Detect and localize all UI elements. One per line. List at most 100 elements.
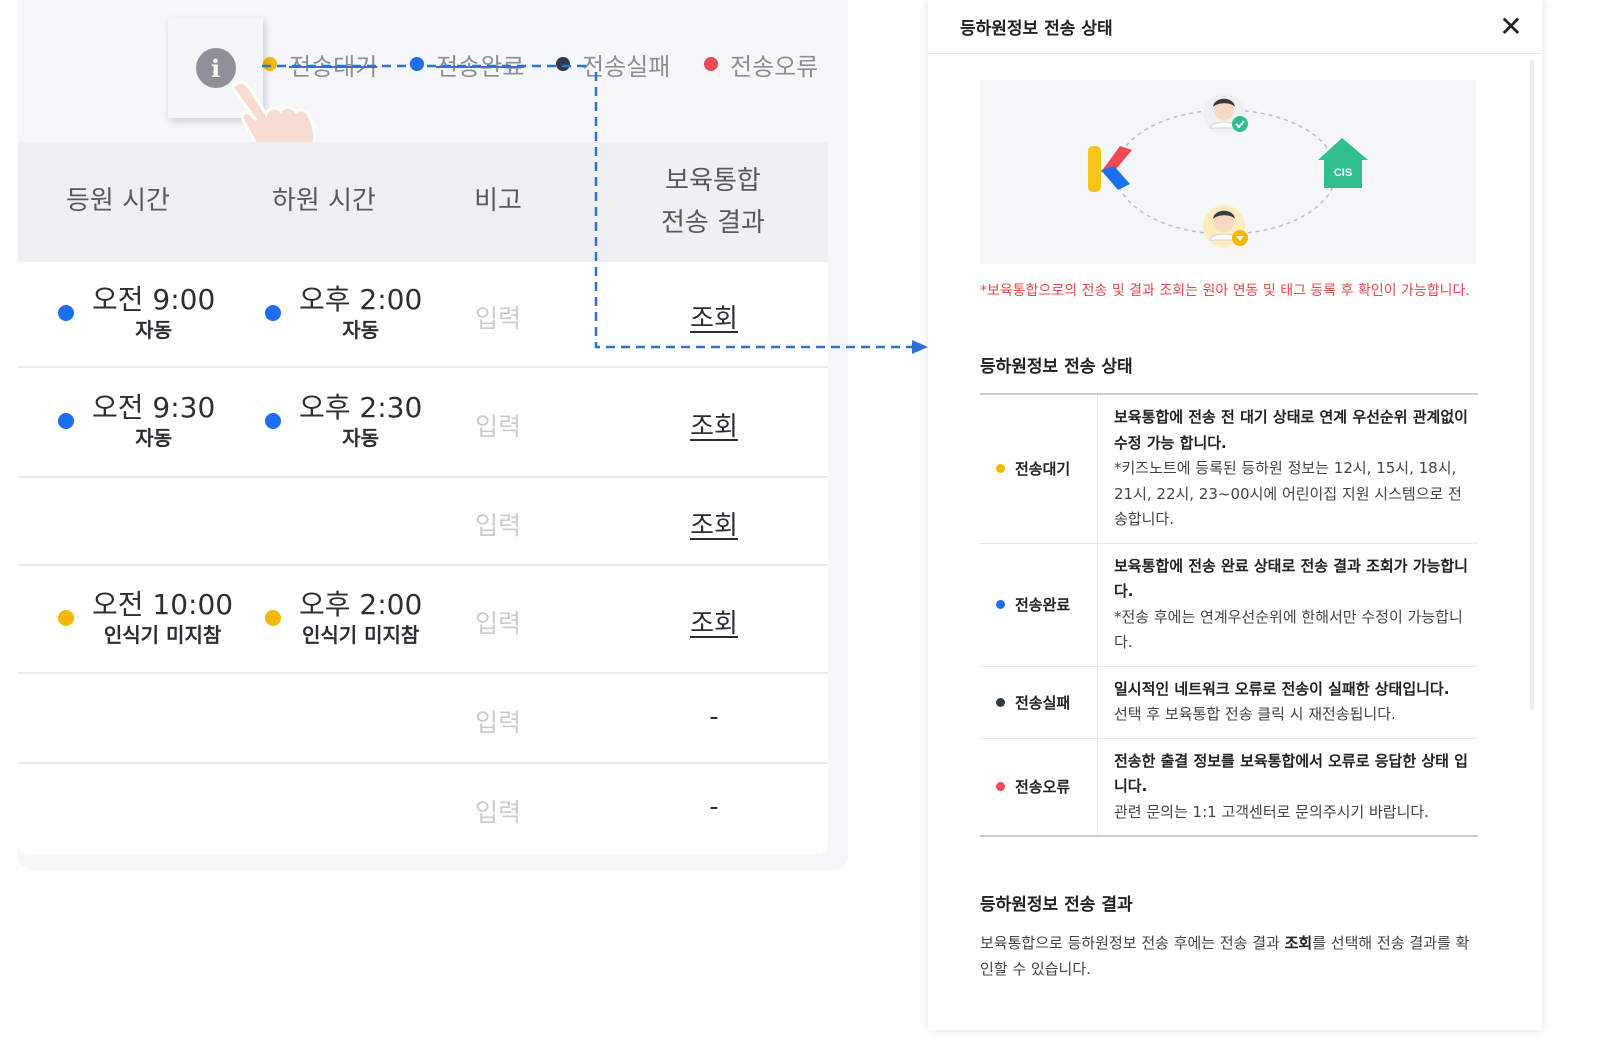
legend-label: 전송완료 <box>436 52 525 81</box>
checkin-time: 오전 10:00 <box>92 588 234 621</box>
status-label-text: 전송실패 <box>1015 693 1071 712</box>
status-label: 전송대기 <box>980 395 1098 543</box>
legend-label: 전송오류 <box>730 52 819 81</box>
status-desc-main: 전송한 출결 정보를 보육통합에서 오류로 응답한 상태 입니다. <box>1114 751 1468 796</box>
modal-header: 등하원정보 전송 상태 ✕ <box>928 0 1542 54</box>
status-desc-main: 일시적인 네트워크 오류로 전송이 실패한 상태입니다. <box>1114 679 1450 698</box>
status-desc-sub: *키즈노트에 등록된 등하원 정보는 12시, 15시, 18시, 21시, 2… <box>1114 459 1462 528</box>
legend-label: 전송대기 <box>289 52 378 81</box>
status-dot-complete <box>996 600 1005 609</box>
result-text-bold: 조회 <box>1284 934 1313 952</box>
status-row-error: 전송오류 전송한 출결 정보를 보육통합에서 오류로 응답한 상태 입니다. 관련… <box>980 738 1478 836</box>
legend-item-complete: 전송완료 <box>410 48 525 81</box>
close-button[interactable]: ✕ <box>1496 12 1526 42</box>
checkin-method: 인식기 미지참 <box>103 623 222 647</box>
status-dot-failed <box>996 697 1005 707</box>
checkin-method: 자동 <box>135 426 173 450</box>
note-input[interactable]: 입력 <box>473 703 523 739</box>
status-description: 일시적인 네트워크 오류로 전송이 실패한 상태입니다. 선택 후 보육통합 전송… <box>1098 667 1478 738</box>
status-desc-sub: 관련 문의는 1:1 고객센터로 문의주시기 바랍니다. <box>1114 802 1429 821</box>
table-row: 입력 조회 <box>18 478 828 566</box>
attendance-table: 등원 시간 하원 시간 비고 보육통합 전송 결과 오전 9:00 자동 오후 2:… <box>18 142 828 854</box>
status-row-complete: 전송완료 보육통합에 전송 완료 상태로 전송 결과 조회가 가능합니다. *전송… <box>980 543 1478 667</box>
status-label-text: 전송대기 <box>1015 460 1071 479</box>
table-row: 입력 - <box>18 674 828 764</box>
header-result-line2: 전송 결과 <box>661 208 765 238</box>
checkout-method: 자동 <box>342 426 380 450</box>
status-legend: 전송대기 전송완료 전송실패 전송오류 i <box>18 0 848 162</box>
legend-dot-complete <box>410 57 424 71</box>
legend-dot-error <box>704 57 718 71</box>
header-note: 비고 <box>474 186 522 216</box>
table-row: 입력 - <box>18 764 828 854</box>
checkout-time-cell: 오후 2:00 자동 <box>265 283 422 343</box>
view-result-link[interactable]: 조회 <box>684 406 744 443</box>
status-label-text: 전송오류 <box>1015 778 1071 797</box>
status-row-failed: 전송실패 일시적인 네트워크 오류로 전송이 실패한 상태입니다. 선택 후 보육… <box>980 666 1478 739</box>
note-input[interactable]: 입력 <box>473 299 523 335</box>
status-desc-sub: 선택 후 보육통합 전송 클릭 시 재전송됩니다. <box>1114 705 1396 723</box>
legend-label: 전송실패 <box>582 52 671 81</box>
kidsnote-logo-icon: K <box>1088 146 1132 192</box>
status-label-text: 전송완료 <box>1015 596 1071 614</box>
sync-illustration: K CIS <box>980 80 1476 264</box>
result-description: 보육통합으로 등하원정보 전송 후에는 전송 결과 조회를 선택해 전송 결과를… <box>980 930 1480 982</box>
checkout-time: 오후 2:00 <box>299 283 423 316</box>
checkout-time-cell: 오후 2:30 자동 <box>265 391 422 451</box>
status-dot <box>58 413 74 429</box>
modal-scrollbar[interactable] <box>1530 60 1534 710</box>
note-input[interactable]: 입력 <box>473 793 523 829</box>
table-row: 오전 10:00 인식기 미지참 오후 2:00 인식기 미지참 입력 조회 <box>18 566 828 674</box>
checkin-time: 오전 9:00 <box>92 283 216 316</box>
status-dot <box>265 305 281 321</box>
checkin-time-cell: 오전 9:30 자동 <box>58 391 215 451</box>
legend-item-failed: 전송실패 <box>556 48 671 81</box>
checkin-method: 자동 <box>135 318 173 342</box>
status-dot <box>58 610 74 626</box>
parent-avatar-icon <box>1203 205 1248 247</box>
result-text-pre: 보육통합으로 등하원정보 전송 후에는 전송 결과 <box>980 934 1285 952</box>
status-dot <box>265 610 281 626</box>
status-description: 전송한 출결 정보를 보육통합에서 오류로 응답한 상태 입니다. 관련 문의는 … <box>1098 739 1478 836</box>
checkout-time-cell: 오후 2:00 인식기 미지참 <box>265 588 422 648</box>
checkin-time-cell: 오전 10:00 인식기 미지참 <box>58 588 233 648</box>
table-header: 등원 시간 하원 시간 비고 보육통합 전송 결과 <box>18 142 828 262</box>
checkout-method: 인식기 미지참 <box>301 623 420 647</box>
checkin-time: 오전 9:30 <box>92 391 216 424</box>
checkout-time: 오후 2:30 <box>299 391 423 424</box>
status-description: 보육통합에 전송 완료 상태로 전송 결과 조회가 가능합니다. *전송 후에는 … <box>1098 544 1478 666</box>
status-label: 전송완료 <box>980 543 1098 666</box>
teacher-avatar-icon <box>1203 93 1248 135</box>
view-result-link[interactable]: 조회 <box>684 603 744 640</box>
view-result-link[interactable]: 조회 <box>684 298 744 335</box>
status-dot <box>265 413 281 429</box>
status-desc-sub: *전송 후에는 연계우선순위에 한해서만 수정이 가능합니다. <box>1114 607 1463 652</box>
view-result-link[interactable]: 조회 <box>684 505 744 542</box>
note-input[interactable]: 입력 <box>473 506 523 542</box>
header-checkin: 등원 시간 <box>66 186 170 216</box>
result-section-title: 등하원정보 전송 결과 <box>980 895 1133 915</box>
status-row-waiting: 전송대기 보육통합에 전송 전 대기 상태로 연계 우선순위 관계없이 수정 가… <box>980 395 1478 544</box>
attendance-panel: 전송대기 전송완료 전송실패 전송오류 i 등원 시간 하원 시간 비고 보육통… <box>18 0 848 870</box>
legend-item-error: 전송오류 <box>704 48 819 81</box>
status-desc-main: 보육통합에 전송 전 대기 상태로 연계 우선순위 관계없이 수정 가능 합니다… <box>1114 408 1468 452</box>
legend-dot-failed <box>556 57 570 71</box>
status-dot <box>58 305 74 321</box>
table-body: 오전 9:00 자동 오후 2:00 자동 입력 조회 오전 9:30 자동 오후 2:30 자동… <box>18 262 828 854</box>
transmission-status-modal: 등하원정보 전송 상태 ✕ K <box>928 0 1542 1030</box>
header-result-line1: 보육통합 <box>665 166 761 196</box>
header-checkout: 하원 시간 <box>272 186 376 216</box>
note-input[interactable]: 입력 <box>473 604 523 640</box>
legend-item-waiting: 전송대기 <box>263 48 378 81</box>
status-desc-main: 보육통합에 전송 완료 상태로 전송 결과 조회가 가능합니다. <box>1114 556 1468 601</box>
status-label: 전송실패 <box>980 666 1098 738</box>
status-dot-waiting <box>996 464 1005 474</box>
notice-text: *보육통합으로의 전송 및 결과 조회는 원아 연동 및 태그 등록 후 확인이… <box>980 283 1470 299</box>
status-table: 전송대기 보육통합에 전송 전 대기 상태로 연계 우선순위 관계없이 수정 가… <box>980 393 1478 837</box>
note-input[interactable]: 입력 <box>473 407 523 443</box>
checkout-method: 자동 <box>342 318 380 342</box>
status-section-title: 등하원정보 전송 상태 <box>980 357 1133 377</box>
table-row: 오전 9:30 자동 오후 2:30 자동 입력 조회 <box>18 368 828 478</box>
checkout-time: 오후 2:00 <box>299 588 423 621</box>
modal-title: 등하원정보 전송 상태 <box>960 19 1113 39</box>
